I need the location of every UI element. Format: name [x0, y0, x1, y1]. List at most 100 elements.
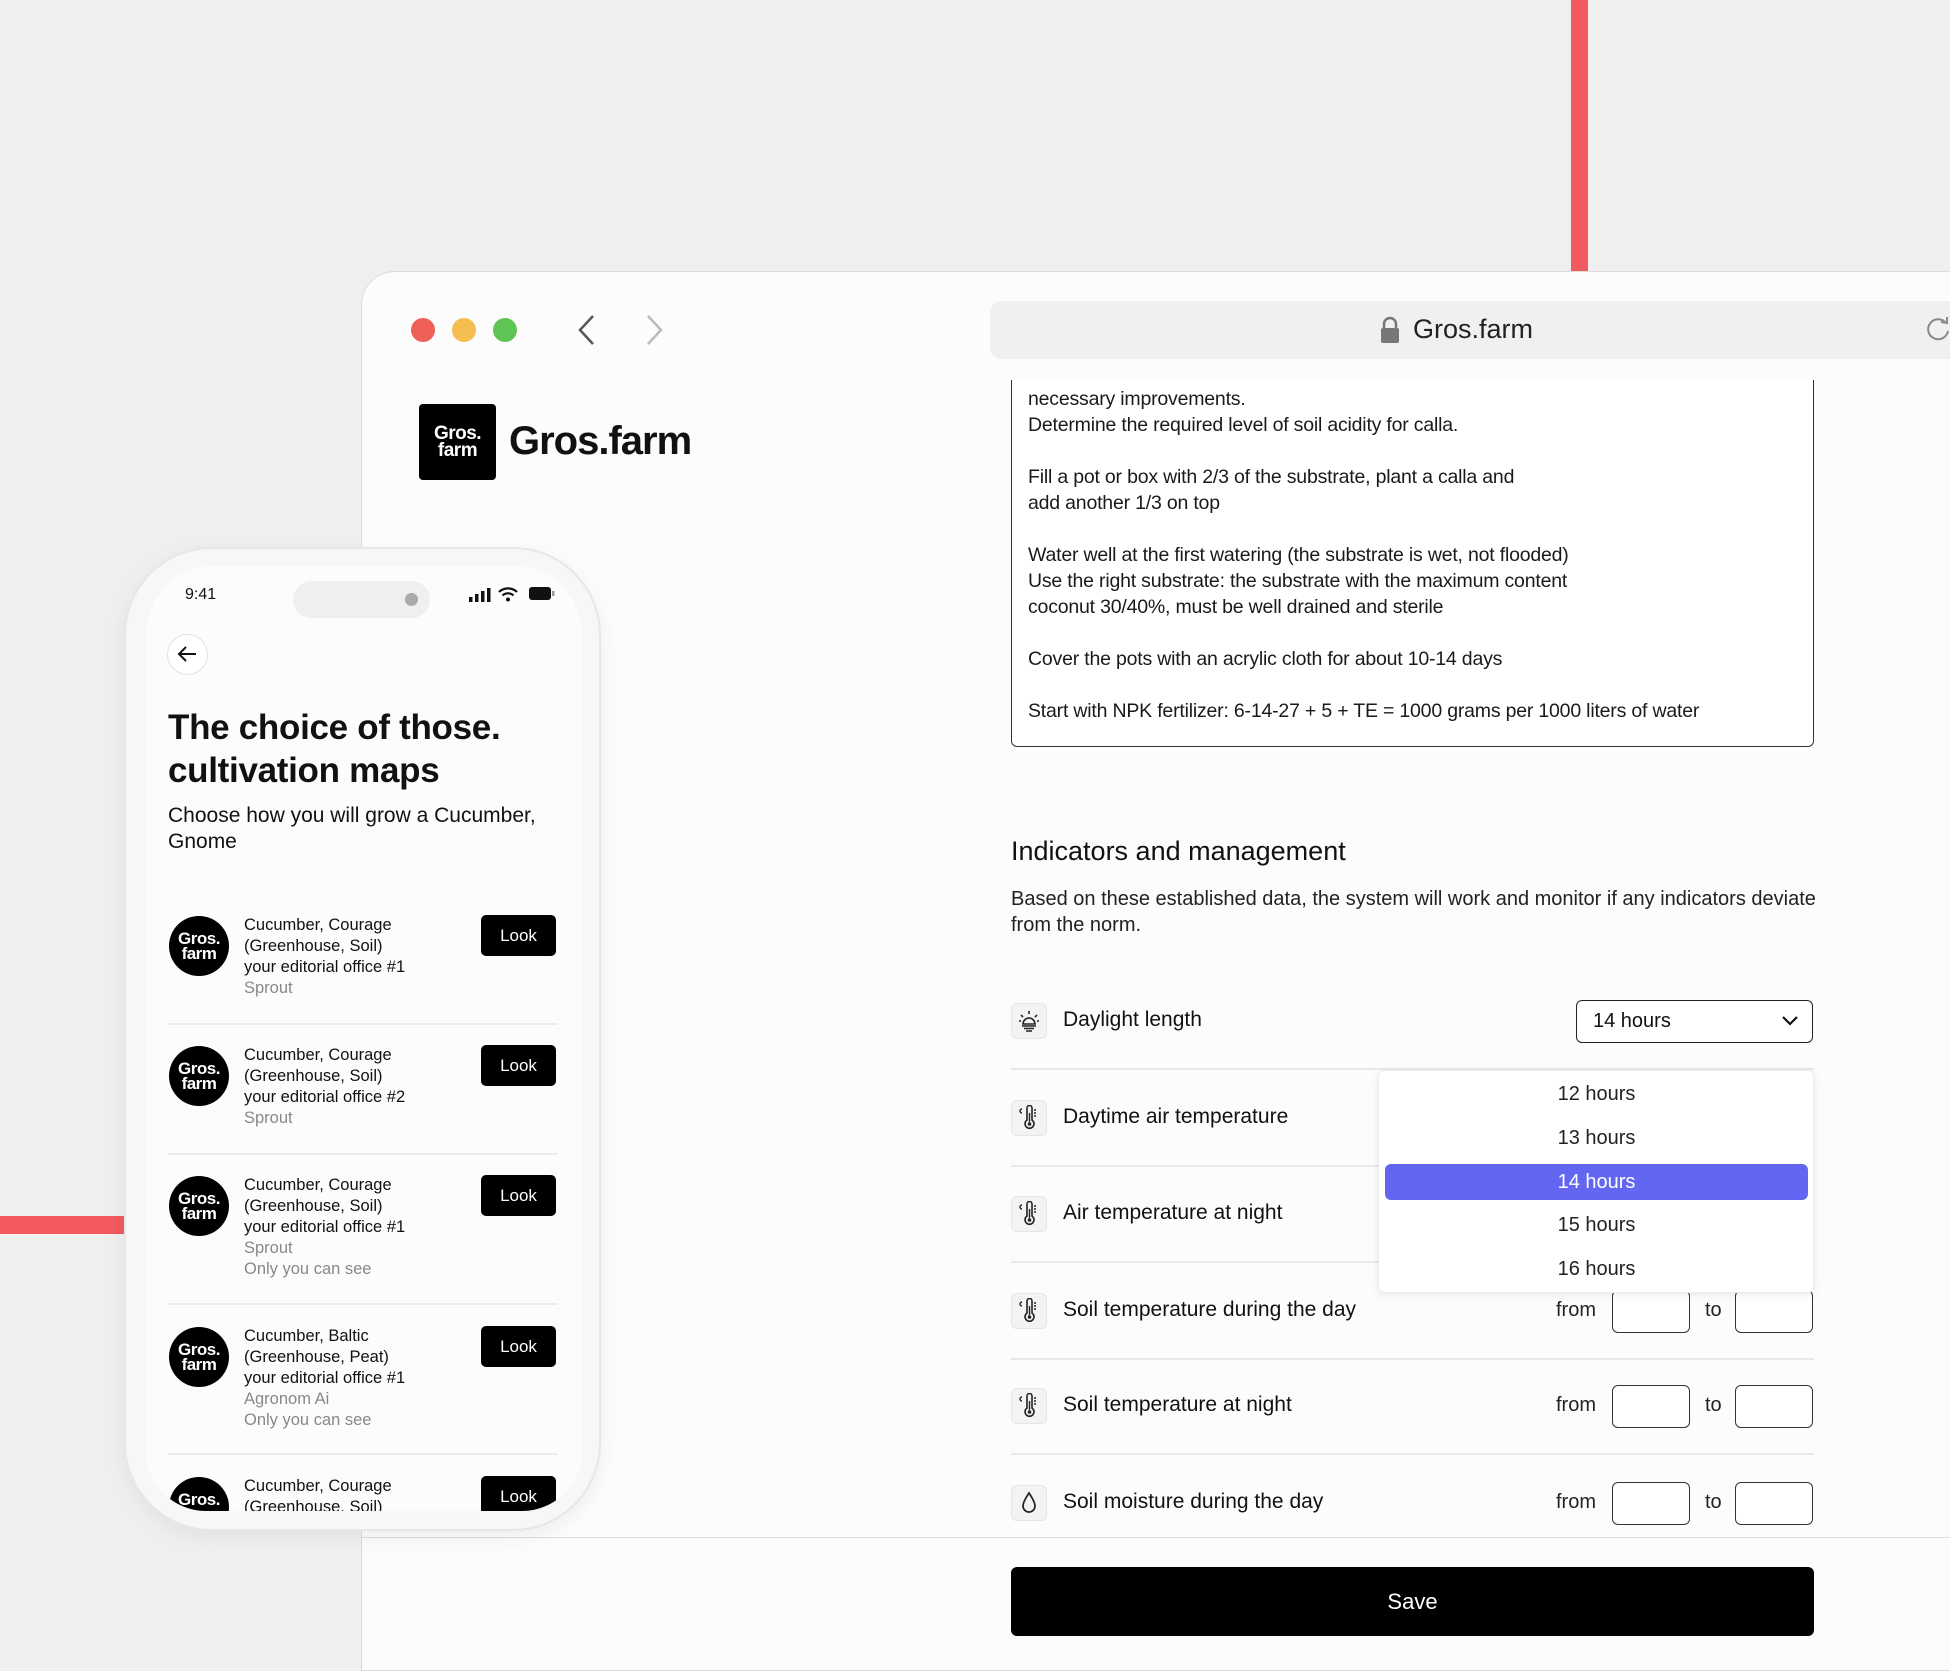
brand-name: Gros.farm [509, 419, 692, 463]
list-divider [168, 1023, 558, 1025]
instruction-line: Start with NPK fertilizer: 6-14-27 + 5 +… [1028, 700, 1700, 722]
to-label: to [1705, 1491, 1722, 1513]
range-to-input[interactable] [1735, 1290, 1813, 1333]
look-button[interactable]: Look [481, 915, 556, 956]
indicators-description: Based on these established data, the sys… [1011, 888, 1816, 936]
row-divider [1011, 1453, 1814, 1455]
minimize-window-button[interactable] [452, 318, 476, 342]
item-line: (Greenhouse, Soil) [244, 1197, 383, 1215]
phone-back-button[interactable] [167, 634, 208, 675]
item-details: Cucumber, Courage (Greenhouse, Soil) [244, 1476, 464, 1511]
look-button[interactable]: Look [481, 1175, 556, 1216]
item-line: Cucumber, Courage [244, 1176, 392, 1194]
item-line: your editorial office #1 [244, 1218, 406, 1236]
avatar: Gros.farm [169, 1477, 229, 1511]
avatar: Gros.farm [169, 1046, 229, 1106]
look-button[interactable]: Look [481, 1045, 556, 1086]
from-label: from [1556, 1299, 1596, 1321]
forward-button[interactable] [635, 312, 671, 348]
from-label: from [1556, 1394, 1596, 1416]
to-label: to [1705, 1299, 1722, 1321]
to-label: to [1705, 1394, 1722, 1416]
instruction-line: Water well at the first watering (the su… [1028, 544, 1569, 566]
item-line: (Greenhouse, Soil) [244, 937, 383, 955]
lock-icon [1381, 316, 1399, 343]
item-line: Cucumber, Courage [244, 916, 392, 934]
instruction-line: Determine the required level of soil aci… [1028, 414, 1459, 436]
indicator-label: Air temperature at night [1063, 1201, 1283, 1224]
from-label: from [1556, 1491, 1596, 1513]
item-meta: Sprout [244, 1239, 293, 1257]
instruction-paragraph: Fill a pot or box with 2/3 of the substr… [1028, 464, 1797, 516]
item-line: (Greenhouse, Soil) [244, 1498, 383, 1511]
indicator-label: Daylight length [1063, 1008, 1202, 1031]
instruction-paragraph: Start with NPK fertilizer: 6-14-27 + 5 +… [1028, 698, 1797, 724]
avatar: Gros.farm [169, 1176, 229, 1236]
item-line: (Greenhouse, Peat) [244, 1348, 389, 1366]
back-button[interactable] [570, 312, 606, 348]
instruction-paragraph: necessary improvements. Determine the req… [1028, 386, 1797, 438]
item-details: Cucumber, Baltic (Greenhouse, Peat) your e… [244, 1326, 464, 1431]
dynamic-island [293, 581, 430, 618]
item-meta: Only you can see [244, 1260, 372, 1278]
url-text: Gros.farm [1413, 314, 1534, 344]
maximize-window-button[interactable] [493, 318, 517, 342]
list-divider [168, 1153, 558, 1155]
avatar: Gros.farm [169, 916, 229, 976]
phone-title: The choice of those. cultivation maps [168, 706, 501, 792]
close-window-button[interactable] [411, 318, 435, 342]
daylight-icon [1011, 1003, 1047, 1039]
instructions-text: necessary improvements. Determine the req… [1011, 380, 1814, 747]
arrow-left-icon [177, 646, 196, 662]
daylight-length-select[interactable]: 14 hours [1576, 1000, 1813, 1043]
chevron-down-icon [1782, 1016, 1798, 1026]
item-meta: Sprout [244, 979, 293, 997]
dropdown-option[interactable]: 16 hours [1385, 1251, 1808, 1287]
indicator-label: Soil temperature at night [1063, 1393, 1292, 1416]
thermometer-icon [1011, 1293, 1047, 1329]
item-meta: Only you can see [244, 1411, 372, 1429]
indicator-label: Soil moisture during the day [1063, 1490, 1324, 1513]
list-divider [168, 1303, 558, 1305]
dropdown-option[interactable]: 13 hours [1385, 1120, 1808, 1156]
item-meta: Agronom Ai [244, 1390, 330, 1408]
item-details: Cucumber, Courage (Greenhouse, Soil) your … [244, 915, 464, 999]
indicator-label: Daytime air temperature [1063, 1105, 1289, 1128]
avatar: Gros.farm [169, 1327, 229, 1387]
select-value: 14 hours [1593, 1010, 1671, 1032]
item-details: Cucumber, Courage (Greenhouse, Soil) your … [244, 1045, 464, 1129]
look-button[interactable]: Look [481, 1326, 556, 1367]
range-to-input[interactable] [1735, 1482, 1813, 1525]
status-time: 9:41 [185, 586, 217, 603]
instruction-line: add another 1/3 on top [1028, 492, 1220, 514]
item-line: your editorial office #1 [244, 1369, 406, 1387]
save-button[interactable]: Save [1011, 1567, 1814, 1636]
item-details: Cucumber, Courage (Greenhouse, Soil) your … [244, 1175, 464, 1280]
subtitle-line: Choose how you will grow a Cucumber, [168, 804, 536, 827]
row-divider [1011, 1358, 1814, 1360]
reload-icon[interactable] [1924, 315, 1950, 343]
brand-logo: Gros. farm [419, 404, 496, 480]
wifi-icon [498, 587, 518, 602]
footer-divider [361, 1537, 1950, 1538]
instruction-paragraph: Cover the pots with an acrylic cloth for… [1028, 646, 1797, 672]
range-from-input[interactable] [1612, 1385, 1690, 1428]
decorative-red-bar [0, 1216, 124, 1234]
drop-icon [1011, 1485, 1047, 1521]
dropdown-option[interactable]: 12 hours [1385, 1076, 1808, 1112]
range-to-input[interactable] [1735, 1385, 1813, 1428]
instruction-line: coconut 30/40%, must be well drained and… [1028, 596, 1444, 618]
dropdown-option[interactable]: 15 hours [1385, 1207, 1808, 1243]
dropdown-option[interactable]: 14 hours [1385, 1163, 1808, 1200]
item-line: Cucumber, Baltic [244, 1327, 369, 1345]
list-divider [168, 1453, 558, 1455]
item-line: your editorial office #1 [244, 958, 406, 976]
item-line: Cucumber, Courage [244, 1046, 392, 1064]
range-from-input[interactable] [1612, 1482, 1690, 1525]
subtitle-line: Gnome [168, 830, 237, 853]
look-button[interactable]: Look [481, 1476, 556, 1511]
instruction-line: Cover the pots with an acrylic cloth for… [1028, 648, 1503, 670]
range-from-input[interactable] [1612, 1290, 1690, 1333]
instruction-line: Use the right substrate: the substrate w… [1028, 570, 1568, 592]
phone-screen: 9:41 The choice of those. cultivation ma… [146, 566, 582, 1511]
